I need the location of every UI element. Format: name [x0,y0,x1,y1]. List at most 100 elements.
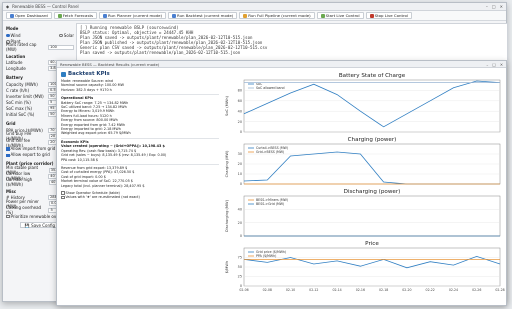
battery-field-label: Capacity (MWh) [6,81,38,87]
x-tick-label: 02-06 [239,288,248,292]
kpi-meta: Mode: renewable Source: wind Nominal sour… [61,79,219,92]
checkbox-icon [61,195,65,200]
kpi-line: Weighted avg export price: 65.79 $/MWh [61,131,131,136]
kpi-meta-line: Horizon: 382.5 days + 9170 h [61,87,112,92]
x-tick-label: 02-18 [379,288,388,292]
mode-header: Mode [6,26,19,31]
x-tick-label: 02-08 [263,288,272,292]
download-icon [57,13,62,18]
kpi-heading: Backtest KPIs [61,71,219,77]
legend-label: BESS->Grid (MW) [256,202,284,206]
minimize-icon[interactable]: – [486,62,488,67]
location-header: Location [6,53,26,59]
battery-field-label: SoC min (%) [6,100,31,106]
battery-field-label: Inverter limit (MW) [6,93,44,99]
plant-field-label: Corridor high ($/MWh) [6,177,33,188]
legend-label: PPA ($/MWh) [256,254,276,258]
y-tick-label: 0 [240,182,242,186]
x-tick-label: 02-10 [286,288,295,292]
y-tick-label: 0 [240,234,242,238]
maximize-icon[interactable]: □ [492,4,496,9]
charts-panel: Battery State of Charge 0 20 40 60 80 SoC (MWh… [222,70,505,303]
y-tick-label: 0 [240,130,242,134]
kpi-group: Economic KPIs Value created (operating − … [61,137,219,162]
run-planner-button[interactable]: Run Planner (current mode) [99,12,167,19]
y-tick-label: 80 [238,89,242,93]
close-icon[interactable]: ✕ [500,4,503,9]
chart-title: Price [365,241,379,247]
minimize-icon[interactable]: – [486,4,488,9]
kpi-line: PPA cost: 10,115.58 $ [61,157,99,162]
kpi-group: Operational KPIs Battery SoC range: 7.25 … [61,94,219,136]
y-tick-label: 10 [238,172,242,176]
x-tick-label: 02-12 [309,288,318,292]
y-tick-label: 75 [238,256,242,260]
y-axis-label: Charging (MW) [225,150,229,177]
x-tick-label: 02-20 [402,288,411,292]
chart-title: Battery State of Charge [339,73,406,79]
battery-field-label: SoC max (%) [6,106,32,112]
x-tick-label: 02-22 [426,288,435,292]
plant-rated-row: Plant rated cap (MW) 100 [6,42,74,52]
kpi-line: Legacy total (incl. planner terminal): 2… [61,183,145,188]
checkbox-icon [61,191,65,195]
close-icon[interactable]: ✕ [500,62,503,67]
legend-label: SoC allowed band [256,86,285,90]
log-console[interactable]: [ ] Running renewable BSLP (source=wind)… [76,23,508,65]
rocket-icon [243,13,248,18]
save-config-button[interactable]: 💾 Save Config [20,222,60,229]
y-axis-label: SoC (MWh) [225,95,229,115]
save-icon: 💾 [24,222,30,228]
kpi-footnotes: Show Operator Schedule (table) Values wit… [61,191,219,200]
charts-svg: Battery State of Charge 0 20 40 60 80 SoC (MWh… [225,73,505,292]
start-icon [320,13,325,18]
footnote-text: Show Operator Schedule (table) [65,190,120,195]
y-axis-label: Discharging (MW) [225,199,229,232]
chart-icon [61,72,66,77]
x-tick-label: 02-14 [332,288,341,292]
kpi-footnote: Values with '★' are re-estimated (not ex… [61,195,219,199]
legend-label: Grid->BESS (MW) [256,150,284,154]
battery-field-label: Initial SoC (%) [6,112,35,118]
mode-solar-radio[interactable]: Solar [59,33,74,38]
chart-title: Discharging (power) [344,189,401,195]
window-title: Renewable BESS — Control Panel [12,4,79,9]
x-tick-label: 02-16 [356,288,365,292]
dashboard-icon [10,13,14,18]
stop-live-control-button[interactable]: Stop Live Control [365,12,412,19]
y-tick-label: 20 [238,162,242,166]
backtest-window-title: Renewable BESS — Backtest Results (curre… [60,61,160,67]
fetch-forecasts-button[interactable]: Fetch Forecasts [53,12,98,19]
play-icon [103,13,108,18]
y-tick-label: 40 [238,109,242,113]
kpi-groups: Operational KPIs Battery SoC range: 7.25 … [61,94,219,188]
play-icon [172,13,177,18]
x-tick-label: 02-28 [495,288,504,292]
radio-icon [59,33,63,38]
radio-selected-icon [6,33,10,38]
titlebar: ◆ Renewable BESS — Control Panel – □ ✕ [3,3,506,11]
kpi-panel: Backtest KPIs Mode: renewable Source: wi… [59,70,221,303]
app-icon: ◆ [6,4,10,9]
y-tick-label: 20 [238,221,242,225]
open-dashboard-button[interactable]: Open Dashboard [6,12,52,19]
x-tick-label: 02-26 [472,288,481,292]
y-tick-label: 20 [238,120,242,124]
kpi-group: Revenue from grid export: 13,379.89 $ Cos… [61,163,219,188]
start-live-control-button[interactable]: Start Live Control [316,12,364,19]
battery-field-label: C rate (h/h) [6,87,29,93]
toolbar: Open Dashboard Fetch Forecasts Run Plann… [3,11,506,21]
y-tick-label: 30 [238,152,242,156]
y-tick-label: 40 [238,208,242,212]
y-axis-label: $/MWh [225,261,229,273]
checkbox-icon [6,214,10,219]
backtest-titlebar: Renewable BESS — Backtest Results (curre… [57,61,506,68]
plant-rated-input[interactable]: 100 [48,44,74,50]
mode-wind-radio[interactable]: Wind [6,33,21,38]
log-line: Plan saved -> outputs/plant/renewable/pl… [80,50,241,55]
run-backtest-button[interactable]: Run Backtest (current mode) [168,12,238,19]
chart-title: Charging (power) [348,137,397,143]
maximize-icon[interactable]: □ [492,62,496,67]
footnote-text: Values with '★' are re-estimated (not ex… [65,195,140,200]
run-full-pipeline-button[interactable]: Run Full Pipeline (current mode) [239,12,315,19]
